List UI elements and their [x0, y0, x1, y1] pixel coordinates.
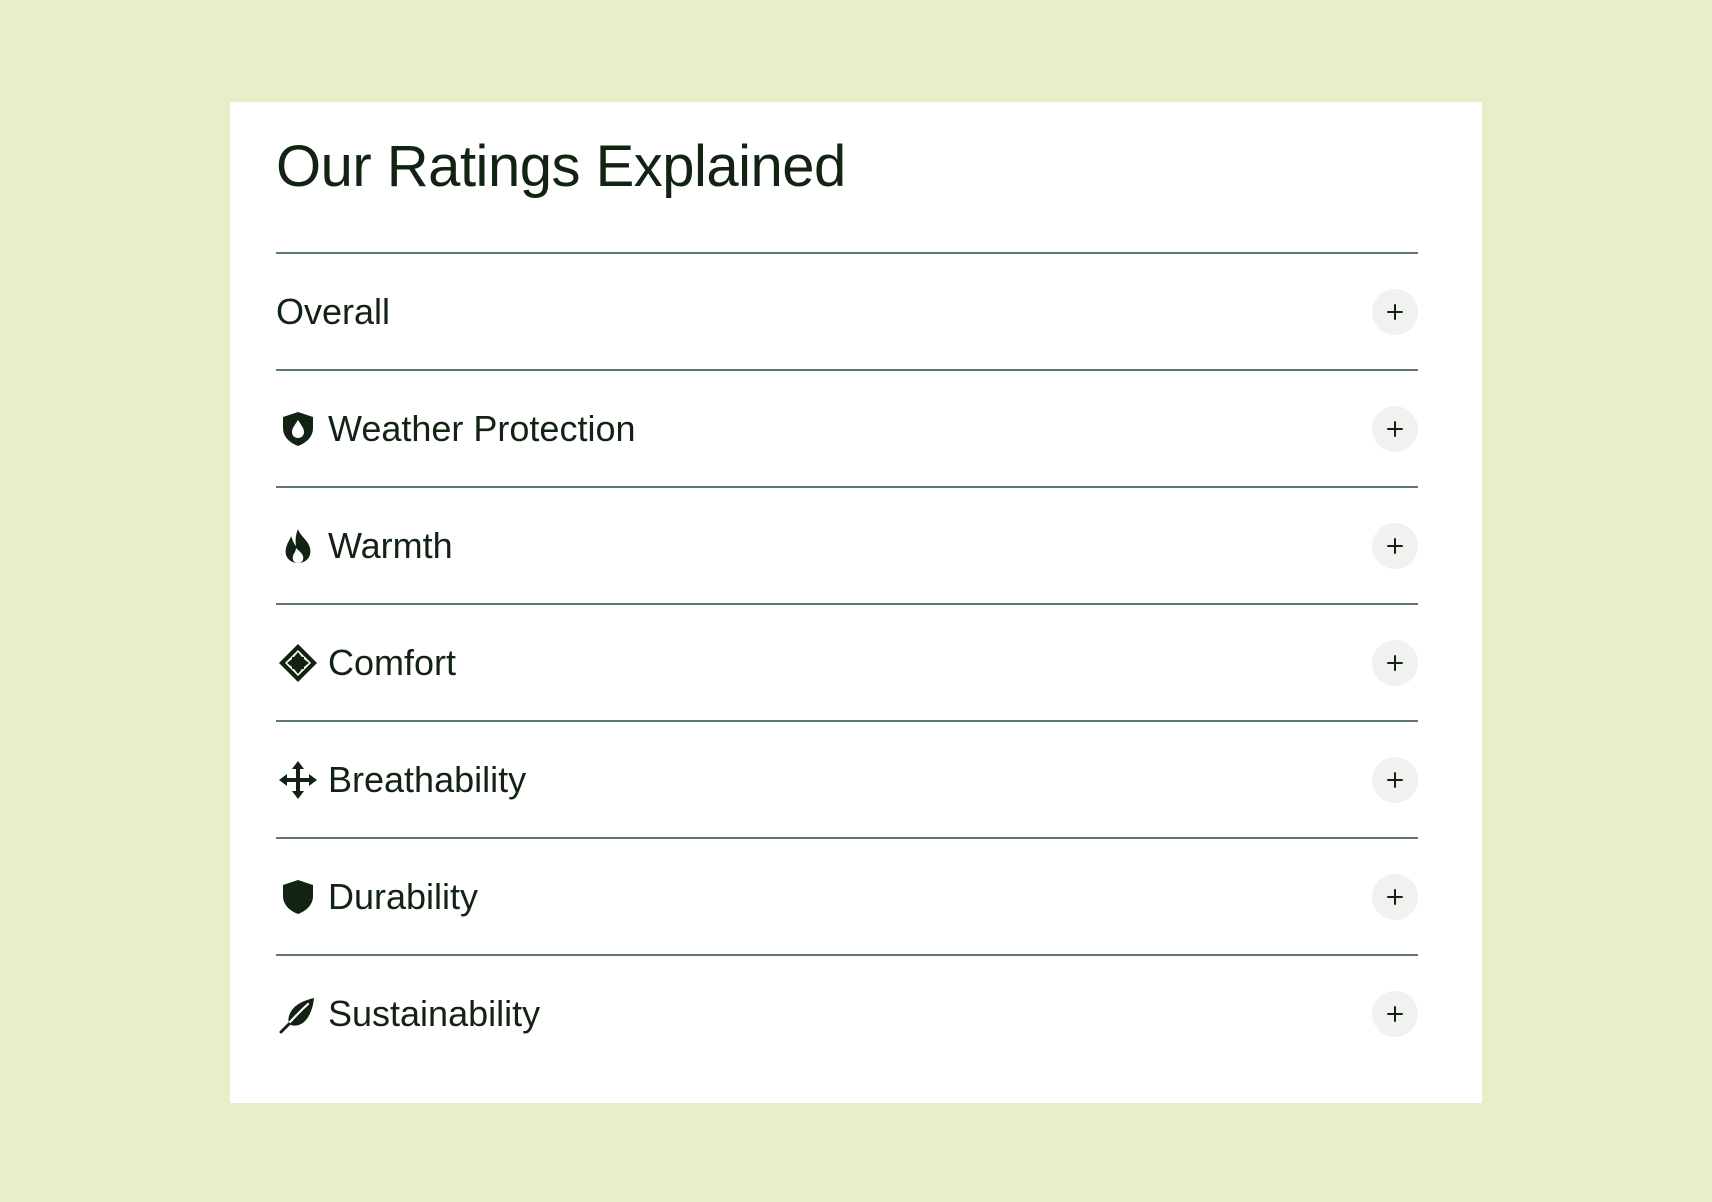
plus-icon — [1387, 1005, 1403, 1022]
accordion-item-label: Comfort — [328, 641, 457, 683]
expand-button[interactable] — [1372, 990, 1418, 1037]
plus-icon — [1387, 771, 1403, 788]
accordion-item-label: Sustainability — [328, 992, 541, 1034]
accordion-item-breathability[interactable]: Breathability — [276, 720, 1418, 837]
ratings-accordion: Overall Weather Protection Warmth Comfor… — [276, 252, 1418, 1071]
expand-button[interactable] — [1372, 405, 1418, 452]
diamond-arrows-icon — [276, 641, 320, 685]
expand-button[interactable] — [1372, 873, 1418, 920]
flame-icon — [276, 524, 320, 568]
plus-icon — [1387, 303, 1403, 320]
leaf-icon — [276, 992, 320, 1036]
accordion-item-weather-protection[interactable]: Weather Protection — [276, 369, 1418, 486]
shield-icon — [276, 875, 320, 919]
shield-drop-icon — [276, 407, 320, 451]
accordion-item-label: Warmth — [328, 524, 453, 566]
accordion-item-label: Overall — [276, 290, 391, 332]
accordion-item-label: Weather Protection — [328, 407, 636, 449]
plus-icon — [1387, 888, 1403, 905]
accordion-item-warmth[interactable]: Warmth — [276, 486, 1418, 603]
expand-button[interactable] — [1372, 288, 1418, 335]
expand-button[interactable] — [1372, 522, 1418, 569]
accordion-item-label: Durability — [328, 875, 479, 917]
move-arrows-icon — [276, 758, 320, 802]
accordion-item-durability[interactable]: Durability — [276, 837, 1418, 954]
accordion-item-label: Breathability — [328, 758, 527, 800]
accordion-item-overall[interactable]: Overall — [276, 252, 1418, 369]
accordion-item-sustainability[interactable]: Sustainability — [276, 954, 1418, 1071]
expand-button[interactable] — [1372, 639, 1418, 686]
ratings-card: Our Ratings Explained Overall Weather Pr… — [230, 102, 1482, 1103]
plus-icon — [1387, 654, 1403, 671]
page-title: Our Ratings Explained — [276, 134, 846, 199]
accordion-item-comfort[interactable]: Comfort — [276, 603, 1418, 720]
expand-button[interactable] — [1372, 756, 1418, 803]
plus-icon — [1387, 420, 1403, 437]
plus-icon — [1387, 537, 1403, 554]
